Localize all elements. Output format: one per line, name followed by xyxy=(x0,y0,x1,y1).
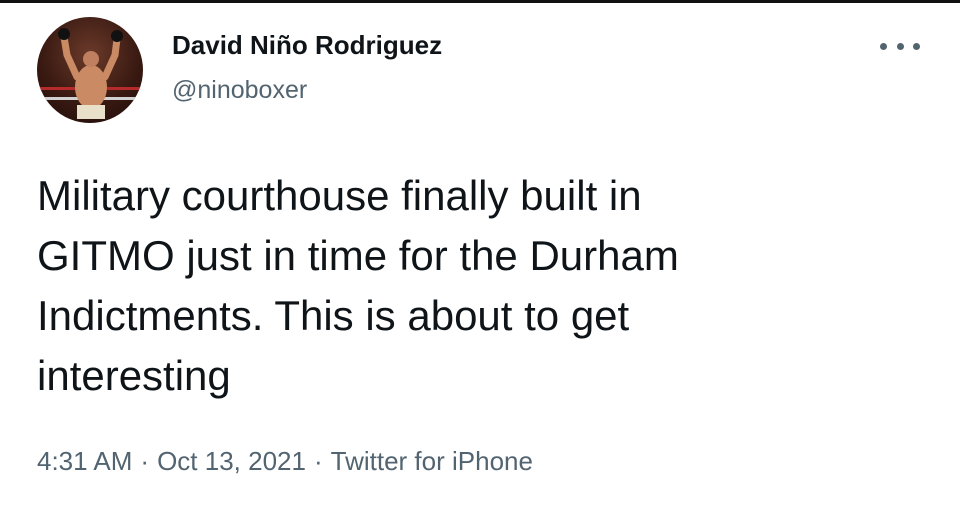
meta-separator: · xyxy=(313,446,323,476)
tweet-text: Military courthouse finally built in GIT… xyxy=(37,172,679,399)
tweet-date[interactable]: Oct 13, 2021 xyxy=(157,446,306,476)
tweet-meta: 4:31 AM · Oct 13, 2021 · Twitter for iPhone xyxy=(37,446,533,477)
tweet-time[interactable]: 4:31 AM xyxy=(37,446,132,476)
more-horizontal-icon[interactable] xyxy=(880,36,920,56)
author-display-name[interactable]: David Niño Rodriguez xyxy=(172,30,442,61)
avatar[interactable] xyxy=(37,17,143,123)
author-handle[interactable]: @ninoboxer xyxy=(172,76,307,105)
tweet-source[interactable]: Twitter for iPhone xyxy=(331,446,533,476)
tweet-card: David Niño Rodriguez @ninoboxer Military… xyxy=(0,0,960,510)
meta-separator: · xyxy=(140,446,150,476)
avatar-image xyxy=(37,28,143,119)
